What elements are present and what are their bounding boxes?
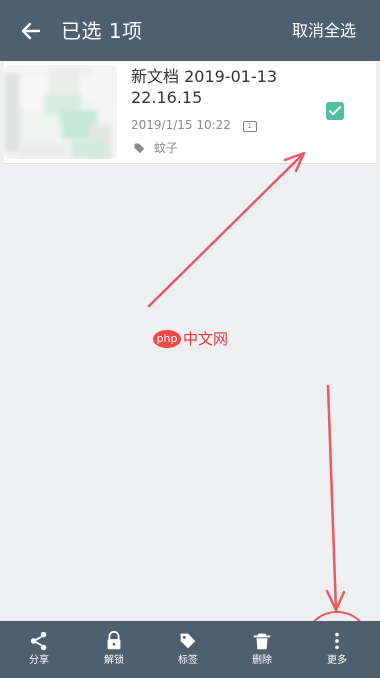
php-logo: php xyxy=(153,330,181,348)
page-count-badge: 1 xyxy=(242,121,257,132)
share-button[interactable]: 分享 xyxy=(4,630,74,678)
app-screen: 已选 1项 取消全选 新文档 2019-01-13 22.16.15 2019/… xyxy=(0,0,380,678)
check-icon xyxy=(329,106,341,116)
selected-checkbox[interactable] xyxy=(326,102,344,120)
selected-note-item[interactable]: 新文档 2019-01-13 22.16.15 2019/1/15 10:22 … xyxy=(4,61,376,164)
selection-action-toolbar: 分享 解锁 标签 删除 更多 xyxy=(0,621,380,678)
share-icon xyxy=(30,631,47,651)
more-button[interactable]: 更多 xyxy=(302,630,372,678)
tag-label: 蚊子 xyxy=(153,141,178,155)
delete-label: 删除 xyxy=(252,655,272,666)
tag-label: 标签 xyxy=(178,655,198,666)
unlock-button[interactable]: 解锁 xyxy=(79,630,149,678)
delete-button[interactable]: 删除 xyxy=(227,630,297,678)
tag-icon xyxy=(134,143,145,154)
unlock-icon xyxy=(107,630,121,650)
trash-icon xyxy=(253,633,271,650)
tag-button[interactable]: 标签 xyxy=(153,630,223,678)
blurred-note-thumbnail xyxy=(4,65,117,159)
selection-count-title: 已选 1项 xyxy=(61,19,143,43)
tag-icon xyxy=(180,633,196,649)
more-vertical-icon xyxy=(335,632,339,650)
note-metadata: 2019/1/15 10:22 1 xyxy=(131,116,257,134)
more-label: 更多 xyxy=(327,655,347,666)
selection-top-bar: 已选 1项 取消全选 xyxy=(0,0,380,61)
unlock-label: 解锁 xyxy=(104,655,124,666)
annotation-arrow-to-more xyxy=(325,384,346,612)
site-watermark: php 中文网 xyxy=(153,330,233,348)
watermark-site-name: 中文网 xyxy=(183,330,229,348)
note-tag: 蚊子 xyxy=(133,139,178,157)
back-button[interactable] xyxy=(19,19,43,43)
note-date: 2019/1/15 10:22 xyxy=(131,118,231,132)
annotation-arrow-to-checkbox xyxy=(147,151,306,308)
note-title: 新文档 2019-01-13 22.16.15 xyxy=(131,67,278,107)
share-label: 分享 xyxy=(29,655,49,666)
deselect-all-button[interactable]: 取消全选 xyxy=(292,20,356,42)
back-arrow-icon xyxy=(21,22,41,40)
